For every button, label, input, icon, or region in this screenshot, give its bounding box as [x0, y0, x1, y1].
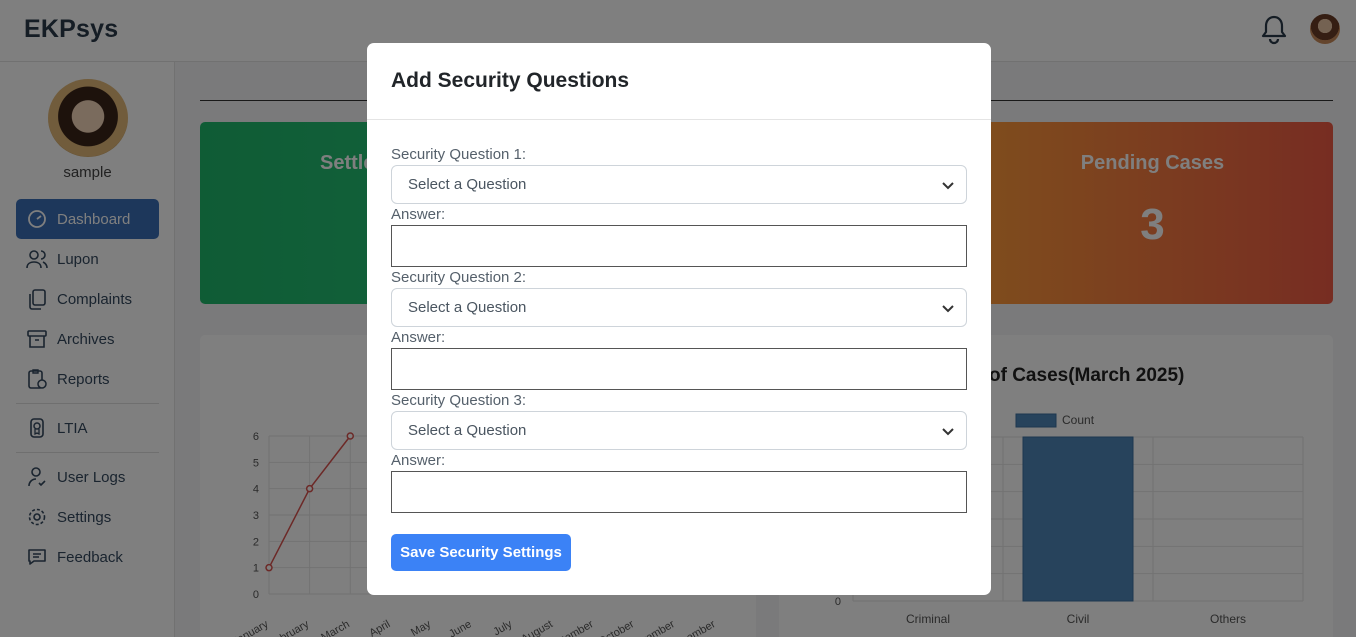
answer-3-input[interactable] [391, 471, 967, 513]
question-1-select[interactable]: Select a Question [391, 165, 967, 204]
select-value: Select a Question [408, 176, 527, 193]
question-1-label: Security Question 1: [391, 146, 527, 163]
question-2-select[interactable]: Select a Question [391, 288, 967, 327]
question-2-label: Security Question 2: [391, 269, 527, 286]
chevron-down-icon [940, 423, 956, 439]
select-value: Select a Question [408, 422, 527, 439]
answer-1-label: Answer: [391, 206, 446, 223]
modal-title: Add Security Questions [391, 69, 630, 92]
question-3-label: Security Question 3: [391, 392, 527, 409]
select-value: Select a Question [408, 299, 527, 316]
chevron-down-icon [940, 177, 956, 193]
security-questions-modal: Add Security Questions Security Question… [367, 43, 991, 595]
save-security-settings-button[interactable]: Save Security Settings [391, 534, 571, 571]
chevron-down-icon [940, 300, 956, 316]
question-3-select[interactable]: Select a Question [391, 411, 967, 450]
answer-1-input[interactable] [391, 225, 967, 267]
answer-2-label: Answer: [391, 329, 446, 346]
answer-3-label: Answer: [391, 452, 446, 469]
modal-header: Add Security Questions [367, 43, 991, 120]
answer-2-input[interactable] [391, 348, 967, 390]
